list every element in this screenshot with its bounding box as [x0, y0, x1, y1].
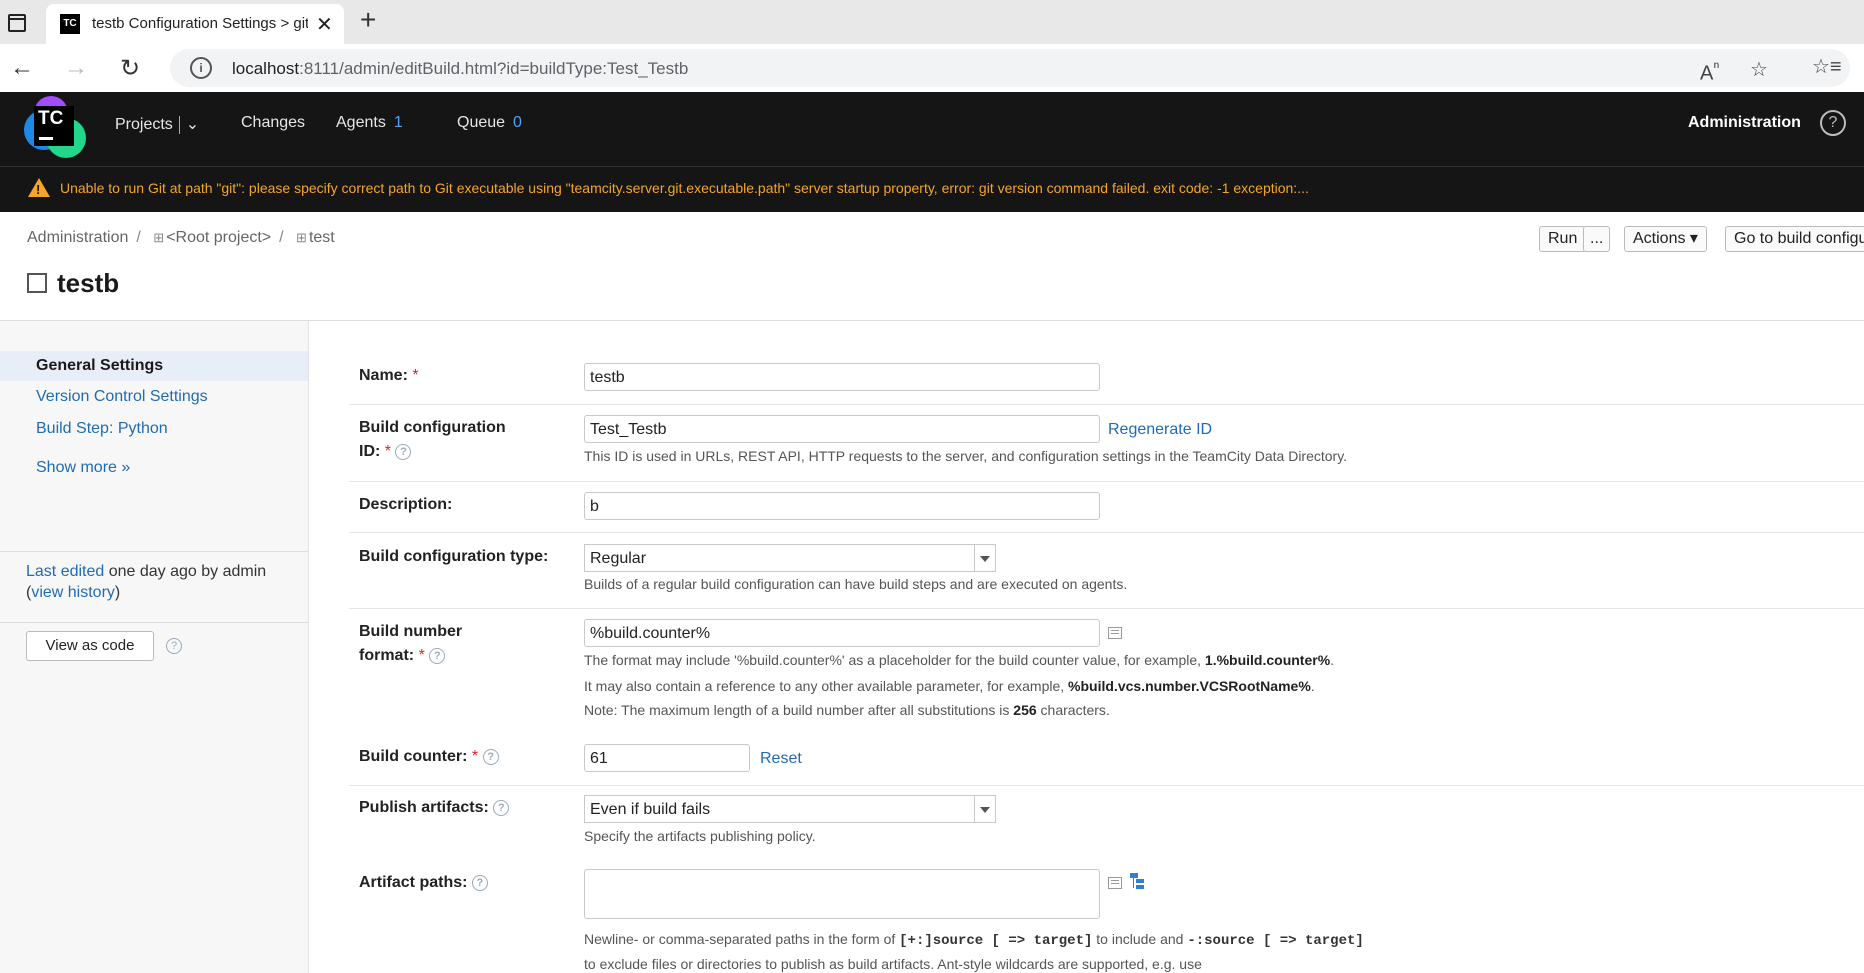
build-config-icon: [27, 273, 47, 293]
chevron-down-icon[interactable]: [974, 796, 995, 822]
close-tab-icon[interactable]: ✕: [316, 12, 333, 37]
address-bar: ← → ↻ i localhost:8111/admin/editBuild.h…: [0, 44, 1864, 93]
breadcrumb: Administration / ⊞ <Root project> / ⊞ test: [27, 229, 335, 246]
artifact-paths-hint-2: to exclude files or directories to publi…: [584, 956, 1202, 972]
last-edited-link[interactable]: Last edited: [26, 563, 104, 580]
view-history-link[interactable]: view history: [31, 584, 115, 601]
actions-button[interactable]: Actions ▾: [1624, 226, 1707, 252]
run-button[interactable]: Run: [1539, 226, 1587, 252]
tab-title: testb Configuration Settings > git: [92, 15, 308, 32]
build-config-id-input[interactable]: Test_Testb: [584, 415, 1100, 443]
chevron-down-icon[interactable]: ⌄: [186, 116, 199, 133]
sidebar-item-vcs-settings[interactable]: Version Control Settings: [36, 388, 208, 406]
last-edited-info: Last edited one day ago by admin (view hi…: [26, 563, 267, 601]
build-config-type-label: Build configuration type:: [359, 548, 549, 565]
help-icon[interactable]: ?: [166, 638, 182, 654]
reset-counter-link[interactable]: Reset: [760, 750, 802, 768]
window-menu-icon[interactable]: [4, 10, 28, 34]
build-number-format-label: Build number format: * ?: [359, 623, 463, 664]
publish-artifacts-select[interactable]: Even if build fails: [584, 795, 996, 823]
new-tab-icon[interactable]: +: [360, 4, 376, 36]
page-title: testb: [27, 268, 119, 299]
row-divider: [349, 481, 1864, 482]
nav-agents[interactable]: Agents 1: [336, 114, 403, 132]
build-counter-label: Build counter: * ?: [359, 745, 499, 769]
artifact-tree-icon[interactable]: [1130, 873, 1146, 889]
parameter-picker-icon[interactable]: [1108, 877, 1122, 889]
show-more-link[interactable]: Show more »: [36, 459, 130, 477]
build-config-type-select[interactable]: Regular: [584, 544, 996, 572]
help-icon[interactable]: ?: [493, 800, 510, 816]
sidebar-item-build-step[interactable]: Build Step: Python: [36, 420, 168, 438]
favorite-add-icon[interactable]: ☆: [1750, 57, 1768, 82]
artifact-paths-textarea[interactable]: [584, 869, 1100, 919]
artifact-paths-hint-1: Newline- or comma-separated paths in the…: [584, 931, 1364, 949]
sidebar: General Settings Version Control Setting…: [0, 321, 309, 973]
artifact-paths-label: Artifact paths: ?: [359, 871, 488, 895]
row-divider: [349, 532, 1864, 533]
nav-projects[interactable]: Projects ⌄: [115, 114, 199, 134]
breadcrumb-root-project[interactable]: <Root project>: [166, 229, 271, 246]
administration-link[interactable]: Administration: [1688, 114, 1801, 132]
teamcity-favicon-icon: TC: [60, 14, 80, 34]
help-icon[interactable]: ?: [471, 875, 488, 891]
name-label: Name: *: [359, 367, 419, 384]
help-icon[interactable]: ?: [429, 648, 446, 664]
build-config-id-hint: This ID is used in URLs, REST API, HTTP …: [584, 448, 1348, 464]
breadcrumb-administration[interactable]: Administration: [27, 229, 128, 246]
build-number-hint-2: It may also contain a reference to any o…: [584, 678, 1315, 694]
agents-count: 1: [393, 114, 403, 131]
read-aloud-icon[interactable]: Aⁿ: [1700, 57, 1719, 86]
sidebar-divider: [0, 551, 308, 552]
help-icon[interactable]: ?: [395, 444, 412, 460]
help-icon[interactable]: ?: [482, 749, 499, 765]
favorites-icon[interactable]: ☆≡: [1812, 54, 1842, 79]
nav-queue[interactable]: Queue 0: [457, 114, 522, 132]
help-icon[interactable]: ?: [1820, 110, 1846, 136]
build-config-type-hint: Builds of a regular build configuration …: [584, 576, 1128, 592]
url-text: localhost:8111/admin/editBuild.html?id=b…: [232, 59, 689, 78]
teamcity-logo[interactable]: TC: [24, 96, 86, 158]
sidebar-item-general-settings[interactable]: General Settings: [36, 357, 163, 375]
build-number-hint-3: Note: The maximum length of a build numb…: [584, 702, 1110, 718]
publish-artifacts-label: Publish artifacts: ?: [359, 796, 510, 820]
header-divider: [0, 166, 1864, 167]
description-label: Description:: [359, 496, 453, 513]
chevron-down-icon[interactable]: [974, 545, 995, 571]
sidebar-divider: [0, 622, 308, 623]
name-input[interactable]: testb: [584, 363, 1100, 391]
nav-changes[interactable]: Changes: [241, 114, 305, 132]
build-counter-input[interactable]: 61: [584, 744, 750, 772]
forward-icon[interactable]: →: [64, 54, 88, 82]
project-icon: ⊞: [153, 230, 165, 245]
build-number-format-input[interactable]: %build.counter%: [584, 619, 1100, 647]
browser-tab[interactable]: TC testb Configuration Settings > git ✕: [46, 4, 344, 44]
build-config-id-label: Build configuration ID: * ?: [359, 419, 506, 460]
go-to-build-config-button[interactable]: Go to build configuration page: [1725, 226, 1864, 252]
description-input[interactable]: b: [584, 492, 1100, 520]
queue-count: 0: [513, 114, 522, 131]
row-divider: [349, 608, 1864, 609]
row-divider: [349, 785, 1864, 786]
site-info-icon[interactable]: i: [190, 57, 212, 79]
regenerate-id-link[interactable]: Regenerate ID: [1108, 421, 1212, 439]
url-field[interactable]: i localhost:8111/admin/editBuild.html?id…: [170, 49, 1850, 87]
warning-icon: [28, 178, 50, 197]
reload-icon[interactable]: ↻: [120, 54, 140, 83]
teamcity-header: TC Projects ⌄ Changes Agents 1 Queue 0 Admi…: [0, 92, 1864, 212]
breadcrumb-test[interactable]: test: [309, 229, 335, 246]
browser-tab-bar: TC testb Configuration Settings > git ✕ …: [0, 0, 1864, 44]
project-icon: ⊞: [296, 230, 307, 245]
git-warning: Unable to run Git at path "git": please …: [28, 178, 1309, 197]
back-icon[interactable]: ←: [10, 54, 34, 82]
build-number-hint-1: The format may include '%build.counter%'…: [584, 652, 1335, 668]
parameter-picker-icon[interactable]: [1108, 627, 1122, 639]
publish-artifacts-hint: Specify the artifacts publishing policy.: [584, 828, 816, 844]
view-as-code-button[interactable]: View as code: [26, 631, 154, 661]
run-options-button[interactable]: ...: [1583, 226, 1611, 252]
row-divider: [349, 404, 1864, 405]
chevron-down-icon: ▾: [1689, 230, 1698, 247]
